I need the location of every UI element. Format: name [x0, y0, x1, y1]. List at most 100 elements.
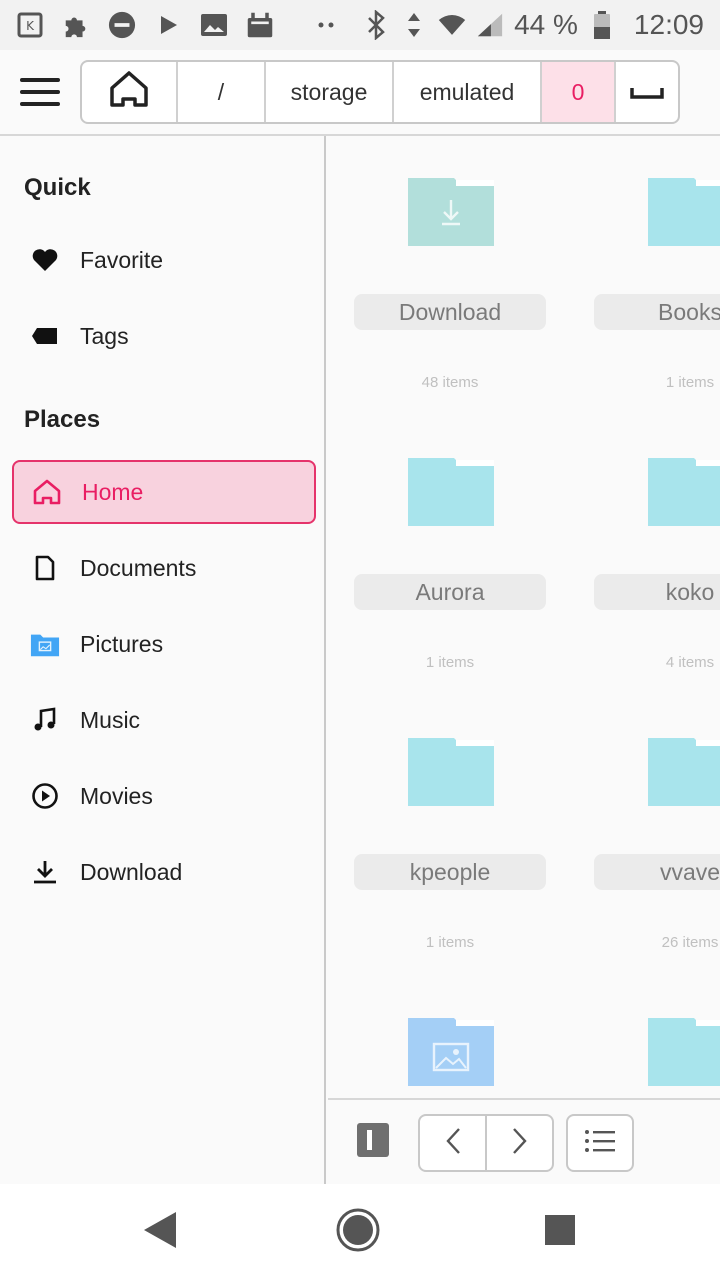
- system-home-button[interactable]: [336, 1208, 380, 1254]
- system-back-button[interactable]: [138, 1210, 182, 1254]
- chevron-left-icon: [445, 1127, 461, 1160]
- sidebar-toggle-button[interactable]: [356, 1122, 390, 1163]
- do-not-disturb-icon: [108, 11, 136, 39]
- sidebar-item-download[interactable]: Download: [12, 840, 316, 904]
- breadcrumb-edit-button[interactable]: [616, 62, 678, 122]
- folder-tile[interactable]: Books 1 items: [594, 136, 720, 416]
- folder-name: Download: [354, 294, 546, 330]
- folder-tile[interactable]: kpeople 1 items: [354, 696, 554, 976]
- folder-item-count: 1 items: [425, 934, 475, 951]
- folder-icon: [408, 738, 494, 806]
- sidebar-section-title: Places: [24, 406, 101, 433]
- folder-item-count: 26 items: [661, 934, 719, 951]
- folder-icon: [648, 458, 720, 526]
- breadcrumb: / storage emulated 0: [80, 60, 680, 124]
- breadcrumb-segment-emulated[interactable]: emulated: [394, 62, 542, 122]
- folder-tile[interactable]: Download 48 items: [354, 136, 554, 416]
- dots-icon: [312, 11, 340, 39]
- folder-tile[interactable]: koko 4 items: [594, 416, 720, 696]
- folder-tile[interactable]: [594, 976, 720, 1098]
- signal-icon: [476, 11, 504, 39]
- sidebar-item-label: Documents: [80, 554, 197, 581]
- sidebar-item-documents[interactable]: Documents: [12, 536, 316, 600]
- folder-icon: [648, 1018, 720, 1086]
- sidebar-item-label: Pictures: [80, 630, 164, 657]
- home-circle-icon: [335, 1207, 381, 1258]
- pictures-folder-icon: [30, 629, 60, 659]
- app-root: K 44 % 12:09 / storage emulated 0 Quick …: [0, 0, 720, 1280]
- android-icon: [246, 11, 274, 39]
- image-icon: [200, 11, 228, 39]
- home-icon: [32, 477, 62, 507]
- folder-icon: [648, 178, 720, 246]
- system-recents-button[interactable]: [538, 1210, 582, 1254]
- folder-name: koko: [594, 574, 720, 610]
- navigation-pager: [418, 1114, 554, 1172]
- folder-tile[interactable]: [354, 976, 554, 1098]
- breadcrumb-label: emulated: [419, 78, 515, 105]
- kde-connect-icon: K: [16, 11, 44, 39]
- folder-item-count: 48 items: [421, 374, 479, 391]
- hamburger-menu-button[interactable]: [18, 72, 62, 112]
- tag-icon: [30, 321, 60, 351]
- pictures-folder-icon: [408, 1018, 494, 1086]
- sidebar-item-label: Music: [80, 706, 141, 733]
- breadcrumb-segment-storage[interactable]: storage: [266, 62, 394, 122]
- sidebar-item-label: Movies: [80, 782, 153, 809]
- folder-name: Books: [594, 294, 720, 330]
- sidebar-item-pictures[interactable]: Pictures: [12, 612, 316, 676]
- breadcrumb-segment-root[interactable]: /: [178, 62, 266, 122]
- sidebar-item-label: Favorite: [80, 246, 164, 273]
- breadcrumb-label: 0: [571, 78, 585, 105]
- sidebar-item-home[interactable]: Home: [12, 460, 316, 524]
- sidebar-item-movies[interactable]: Movies: [12, 764, 316, 828]
- breadcrumb-label: /: [217, 78, 225, 105]
- list-view-icon: [584, 1128, 616, 1159]
- folder-icon: [408, 458, 494, 526]
- sidebar-item-label: Download: [80, 858, 183, 885]
- status-bar: K 44 % 12:09: [0, 0, 720, 50]
- recents-square-icon: [543, 1213, 577, 1252]
- puzzle-icon: [62, 11, 90, 39]
- menu-line: [20, 78, 60, 82]
- folder-icon: [648, 738, 720, 806]
- bluetooth-icon: [362, 10, 390, 40]
- folder-name: vvave: [594, 854, 720, 890]
- folder-item-count: 4 items: [665, 654, 715, 671]
- breadcrumb-label: storage: [290, 78, 368, 105]
- clock: 12:09: [633, 9, 704, 40]
- go-back-button[interactable]: [420, 1116, 487, 1170]
- system-nav-bar: [0, 1184, 720, 1280]
- battery-icon: [588, 11, 616, 39]
- sidebar-item-favorite[interactable]: Favorite: [12, 228, 316, 292]
- folder-item-count: 1 items: [665, 374, 715, 391]
- folder-grid: Download 48 items Books 1 items Aurora 1…: [328, 136, 720, 1098]
- bottom-toolbar: [328, 1098, 720, 1184]
- chevron-right-icon: [512, 1127, 528, 1160]
- folder-tile[interactable]: Aurora 1 items: [354, 416, 554, 696]
- svg-text:K: K: [26, 19, 35, 33]
- sidebar-section-title: Quick: [24, 174, 91, 201]
- play-icon: [154, 11, 182, 39]
- data-arrows-icon: [400, 11, 428, 39]
- music-note-icon: [30, 705, 60, 735]
- sidebar-toggle-icon: [356, 1122, 390, 1163]
- view-mode-button[interactable]: [566, 1114, 634, 1172]
- go-forward-button[interactable]: [487, 1116, 552, 1170]
- folder-item-count: 1 items: [425, 654, 475, 671]
- document-icon: [30, 553, 60, 583]
- sidebar-item-tags[interactable]: Tags: [12, 304, 316, 368]
- text-cursor-icon: [630, 79, 664, 106]
- download-folder-icon: [408, 178, 494, 246]
- breadcrumb-segment-current[interactable]: 0: [542, 62, 616, 122]
- breadcrumb-home-button[interactable]: [82, 62, 178, 122]
- battery-percent: 44 %: [514, 9, 578, 40]
- folder-tile[interactable]: vvave 26 items: [594, 696, 720, 976]
- sidebar-item-music[interactable]: Music: [12, 688, 316, 752]
- menu-line: [20, 102, 60, 106]
- menu-line: [20, 90, 60, 94]
- wifi-icon: [438, 11, 466, 39]
- folder-name: Aurora: [354, 574, 546, 610]
- home-outline-icon: [108, 69, 150, 115]
- back-triangle-icon: [140, 1209, 180, 1256]
